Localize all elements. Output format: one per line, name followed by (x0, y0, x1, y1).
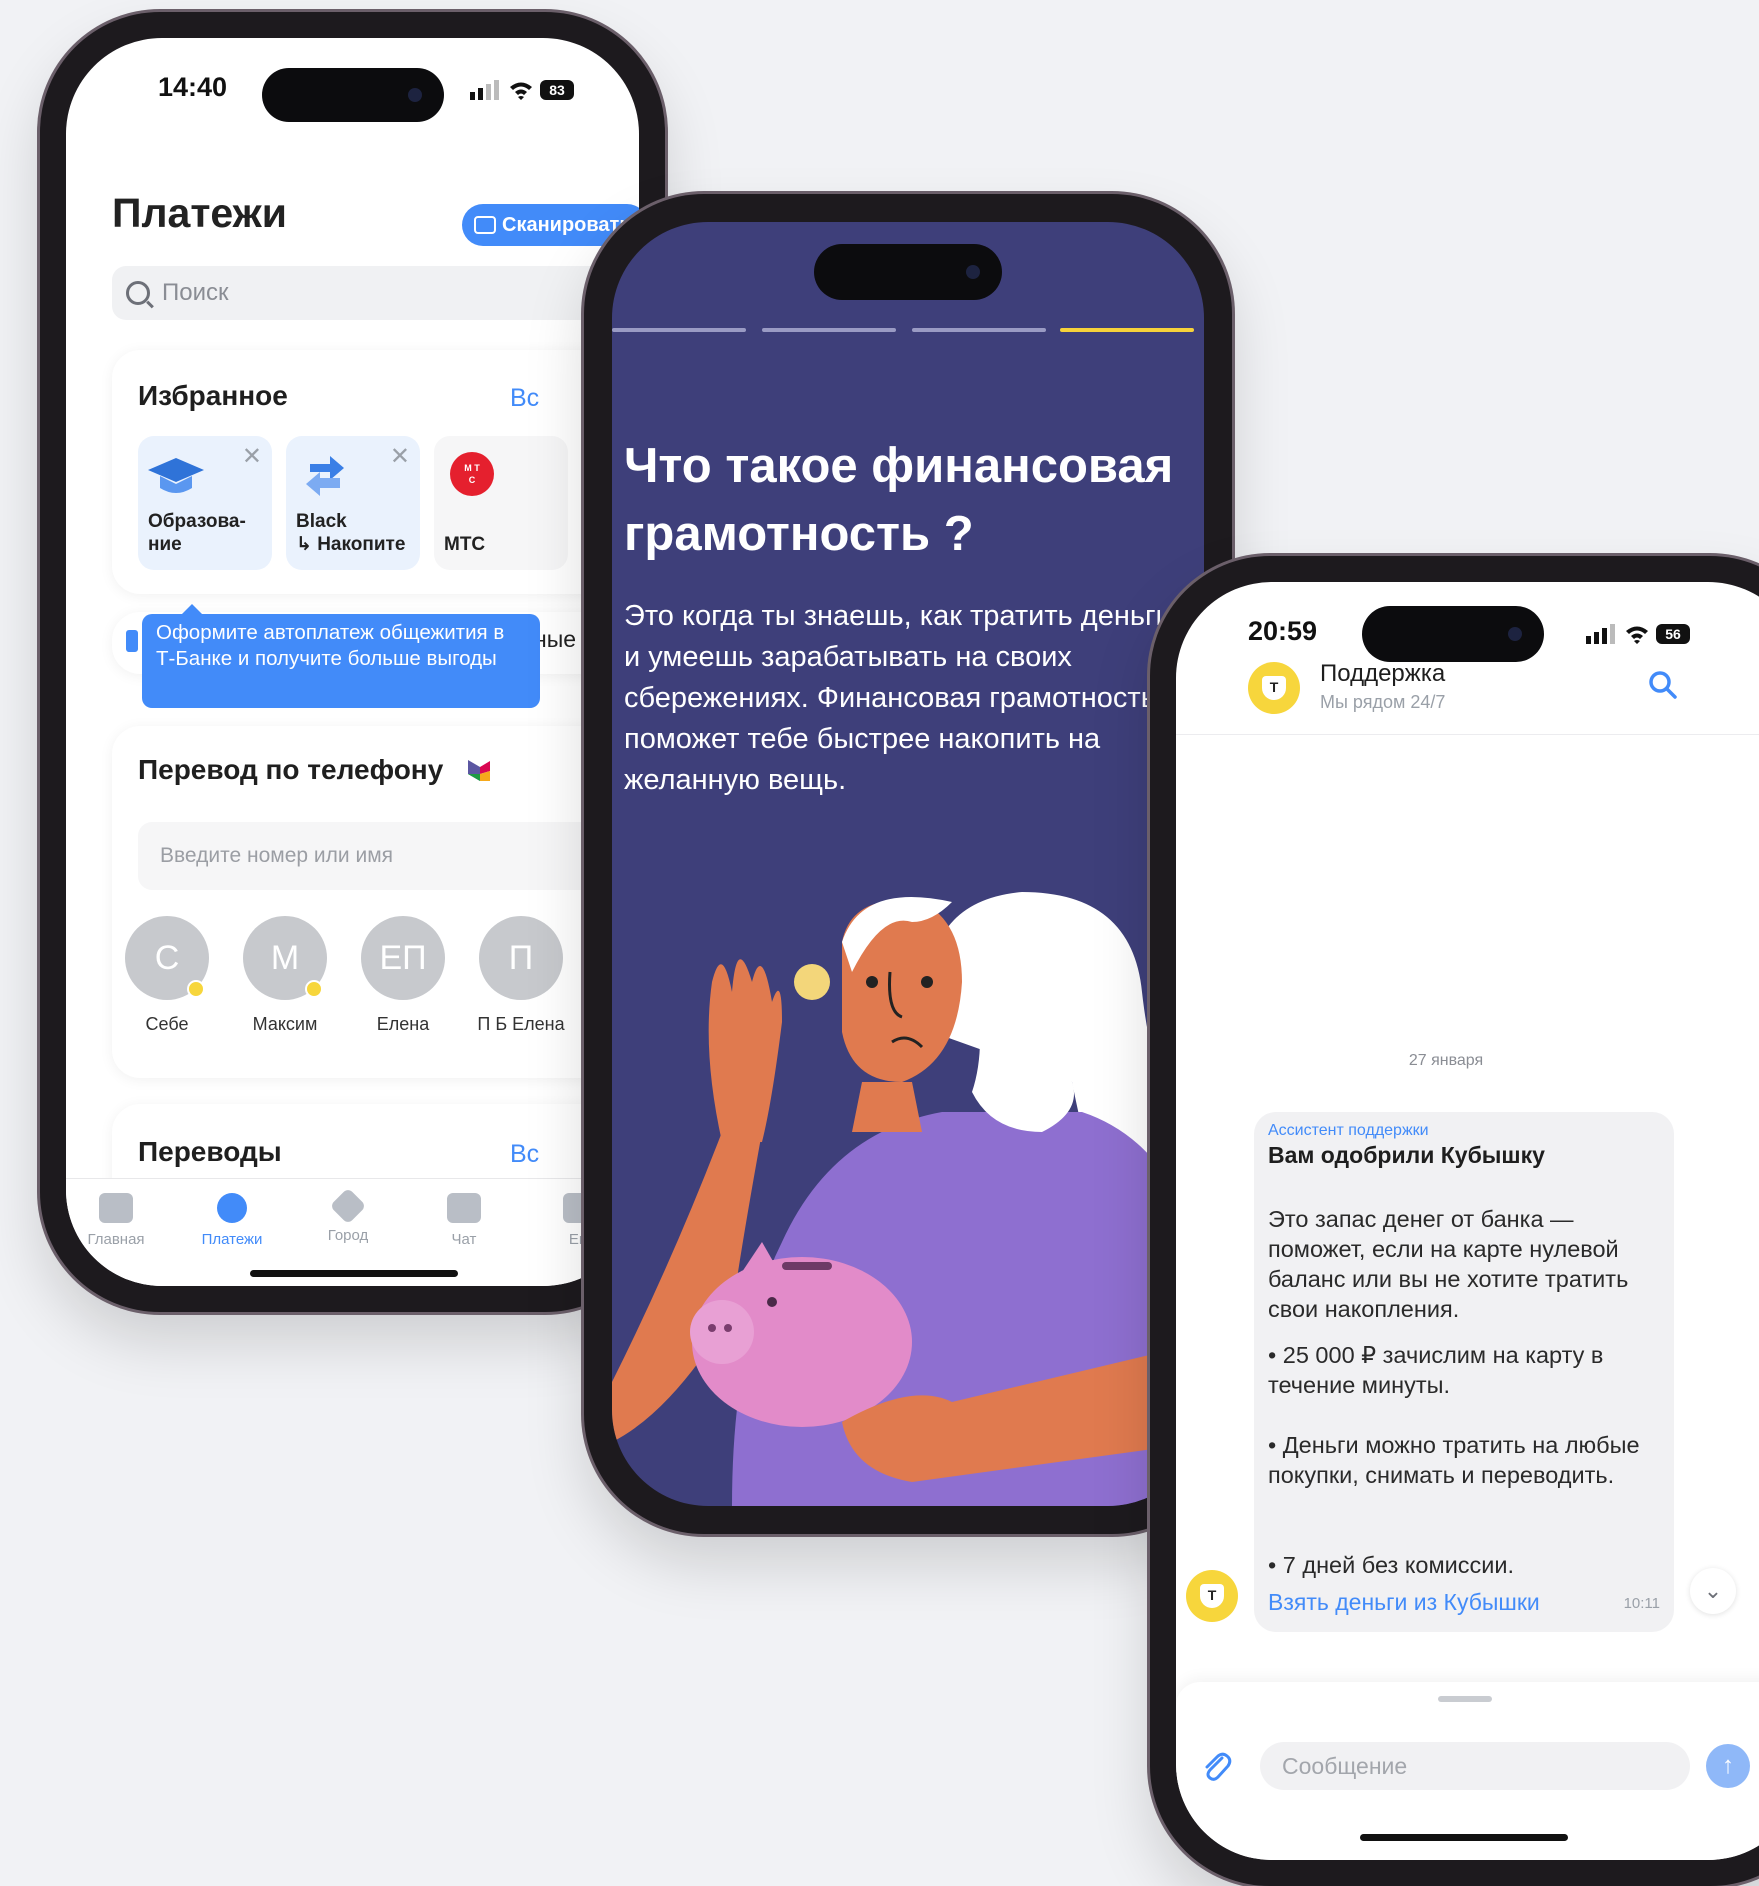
search-icon (126, 281, 150, 305)
chat-subtitle: Мы рядом 24/7 (1320, 692, 1446, 712)
contact-name: Максим (252, 1014, 318, 1034)
tab-home[interactable]: Главная (66, 1193, 166, 1248)
favorite-label: Образова- ние (148, 511, 246, 555)
take-money-link[interactable]: Взять деньги из Кубышки (1268, 1589, 1540, 1616)
message-time: 10:11 (1623, 1595, 1660, 1612)
favorite-mts[interactable]: М ТС МТС (434, 436, 568, 570)
message-sender: Ассистент поддержки (1268, 1122, 1429, 1139)
payments-icon (217, 1193, 247, 1223)
bank-logo-letter: Т (1200, 1584, 1224, 1608)
message-heading: Вам одобрили Кубышку (1268, 1142, 1545, 1168)
close-icon[interactable]: ✕ (242, 442, 262, 471)
message-input[interactable]: Сообщение (1260, 1742, 1690, 1790)
message-paragraph: • Деньги можно тратить на любые покупки,… (1268, 1432, 1640, 1488)
favorite-black-savings[interactable]: ✕ Black ↳ Накопите (286, 436, 420, 570)
message-paragraph: • 7 дней без комиссии. (1268, 1552, 1515, 1578)
story-progress-segment (612, 328, 746, 332)
message-paragraph: • 25 000 ₽ зачислим на карту в течение м… (1268, 1342, 1604, 1398)
story-progress-segment (762, 328, 896, 332)
favorite-education[interactable]: ✕ Образова- ние (138, 436, 272, 570)
phone-transfer-title: Перевод по телефону (138, 754, 444, 785)
favorite-label: МТС (444, 534, 486, 555)
story-body: Это когда ты знаешь, как тратить деньги … (624, 600, 1172, 796)
scan-icon (474, 216, 496, 234)
phone-story: Что такое финансовая грамотность ? Это к… (584, 194, 1232, 1534)
autopay-label: ные (534, 626, 577, 652)
support-message: Ассистент поддержки Вам одобрили Кубышку… (1254, 1112, 1674, 1632)
status-time: 14:40 (158, 72, 228, 102)
chat-title: Поддержка (1320, 660, 1446, 687)
avatar: П (479, 916, 563, 1000)
graduation-cap-icon (148, 458, 204, 493)
bank-logo: Т (1186, 1570, 1238, 1622)
bank-logo-letter: Т (1262, 676, 1286, 700)
city-icon (329, 1187, 367, 1225)
mts-logo-icon: М ТС (450, 452, 494, 496)
tab-payments[interactable]: Платежи (182, 1193, 282, 1248)
search-input[interactable]: Поиск (112, 266, 639, 320)
contact-self[interactable]: С Себе (112, 916, 222, 1035)
avatar: ЕП (361, 916, 445, 1000)
transfer-arrows-icon (306, 456, 344, 496)
story-progress-segment (912, 328, 1046, 332)
search-icon[interactable] (1648, 670, 1678, 700)
story-progress-segment-current (1060, 328, 1194, 332)
battery-level: 56 (1665, 626, 1681, 642)
contact-name: Себе (145, 1014, 189, 1034)
favorites-card: Избранное Вс ✕ Образова- ние ✕ Black ↳ Н… (112, 350, 639, 594)
home-indicator (1360, 1834, 1568, 1841)
avatar: С (125, 916, 209, 1000)
status-icons: 83 (470, 80, 574, 100)
favorites-title: Избранное (138, 380, 288, 411)
chat-icon (447, 1193, 481, 1223)
page-title: Платежи (112, 190, 287, 236)
woman-piggy-bank-illustration (612, 892, 1204, 1506)
compose-panel: Сообщение ↑ (1176, 1682, 1759, 1860)
contact-pb-elena[interactable]: П П Б Елена (466, 916, 576, 1035)
avatar: М (243, 916, 327, 1000)
phone-input-placeholder: Введите номер или имя (160, 844, 394, 867)
story-screen[interactable]: Что такое финансовая грамотность ? Это к… (612, 222, 1204, 1506)
paperclip-icon[interactable] (1200, 1750, 1234, 1784)
home-indicator (250, 1270, 458, 1277)
status-icons: 56 (1586, 624, 1690, 644)
contact-elena[interactable]: ЕП Елена (348, 916, 458, 1035)
search-placeholder: Поиск (162, 279, 229, 306)
phone-payments: 14:40 83 Платежи Сканировать Поиск Избра… (40, 12, 665, 1312)
contact-name: Елена (376, 1014, 430, 1034)
autopay-tooltip[interactable]: Оформите автоплатеж общежития в Т-Банке … (142, 604, 540, 708)
sbp-logo-icon (468, 760, 490, 781)
payments-screen: 14:40 83 Платежи Сканировать Поиск Избра… (66, 38, 639, 1286)
dynamic-island (814, 244, 1002, 300)
chat-date: 27 января (1408, 1052, 1484, 1069)
tab-chat[interactable]: Чат (414, 1193, 514, 1248)
phone-support-chat: 20:59 56 Т Поддержка Мы рядом 24/7 27 ян… (1150, 556, 1759, 1886)
dynamic-island (262, 68, 444, 122)
message-placeholder: Сообщение (1282, 1752, 1408, 1779)
contact-name: П Б Елена (477, 1014, 565, 1034)
battery-level: 83 (549, 82, 565, 98)
arrow-up-icon: ↑ (1722, 1752, 1734, 1779)
panel-handle[interactable] (1438, 1696, 1492, 1702)
transfers-title: Переводы (138, 1136, 282, 1167)
chat-screen: 20:59 56 Т Поддержка Мы рядом 24/7 27 ян… (1176, 582, 1759, 1860)
status-time: 20:59 (1248, 616, 1318, 646)
scroll-down-chevron-icon[interactable]: ⌄ (1690, 1568, 1736, 1614)
contact-maksim[interactable]: М Максим (230, 916, 340, 1035)
bank-logo: Т (1248, 662, 1300, 714)
tab-city[interactable]: Город (298, 1187, 398, 1244)
favorite-label: Black ↳ Накопите (296, 511, 406, 555)
send-button[interactable]: ↑ (1706, 1744, 1750, 1788)
chat-header: Т Поддержка Мы рядом 24/7 (1176, 646, 1759, 735)
message-paragraph: Это запас денег от банка — поможет, если… (1268, 1206, 1629, 1322)
close-icon[interactable]: ✕ (390, 442, 410, 471)
transfers-all-link[interactable]: Вс (510, 1140, 539, 1169)
home-card-icon (99, 1193, 133, 1223)
phone-or-name-input[interactable]: Введите номер или имя (138, 822, 639, 890)
favorites-all-link[interactable]: Вс (510, 384, 539, 413)
scan-button-label: Сканировать (502, 213, 632, 236)
story-title: Что такое финансовая грамотность ? (624, 439, 1174, 561)
autopay-icon (126, 630, 138, 652)
